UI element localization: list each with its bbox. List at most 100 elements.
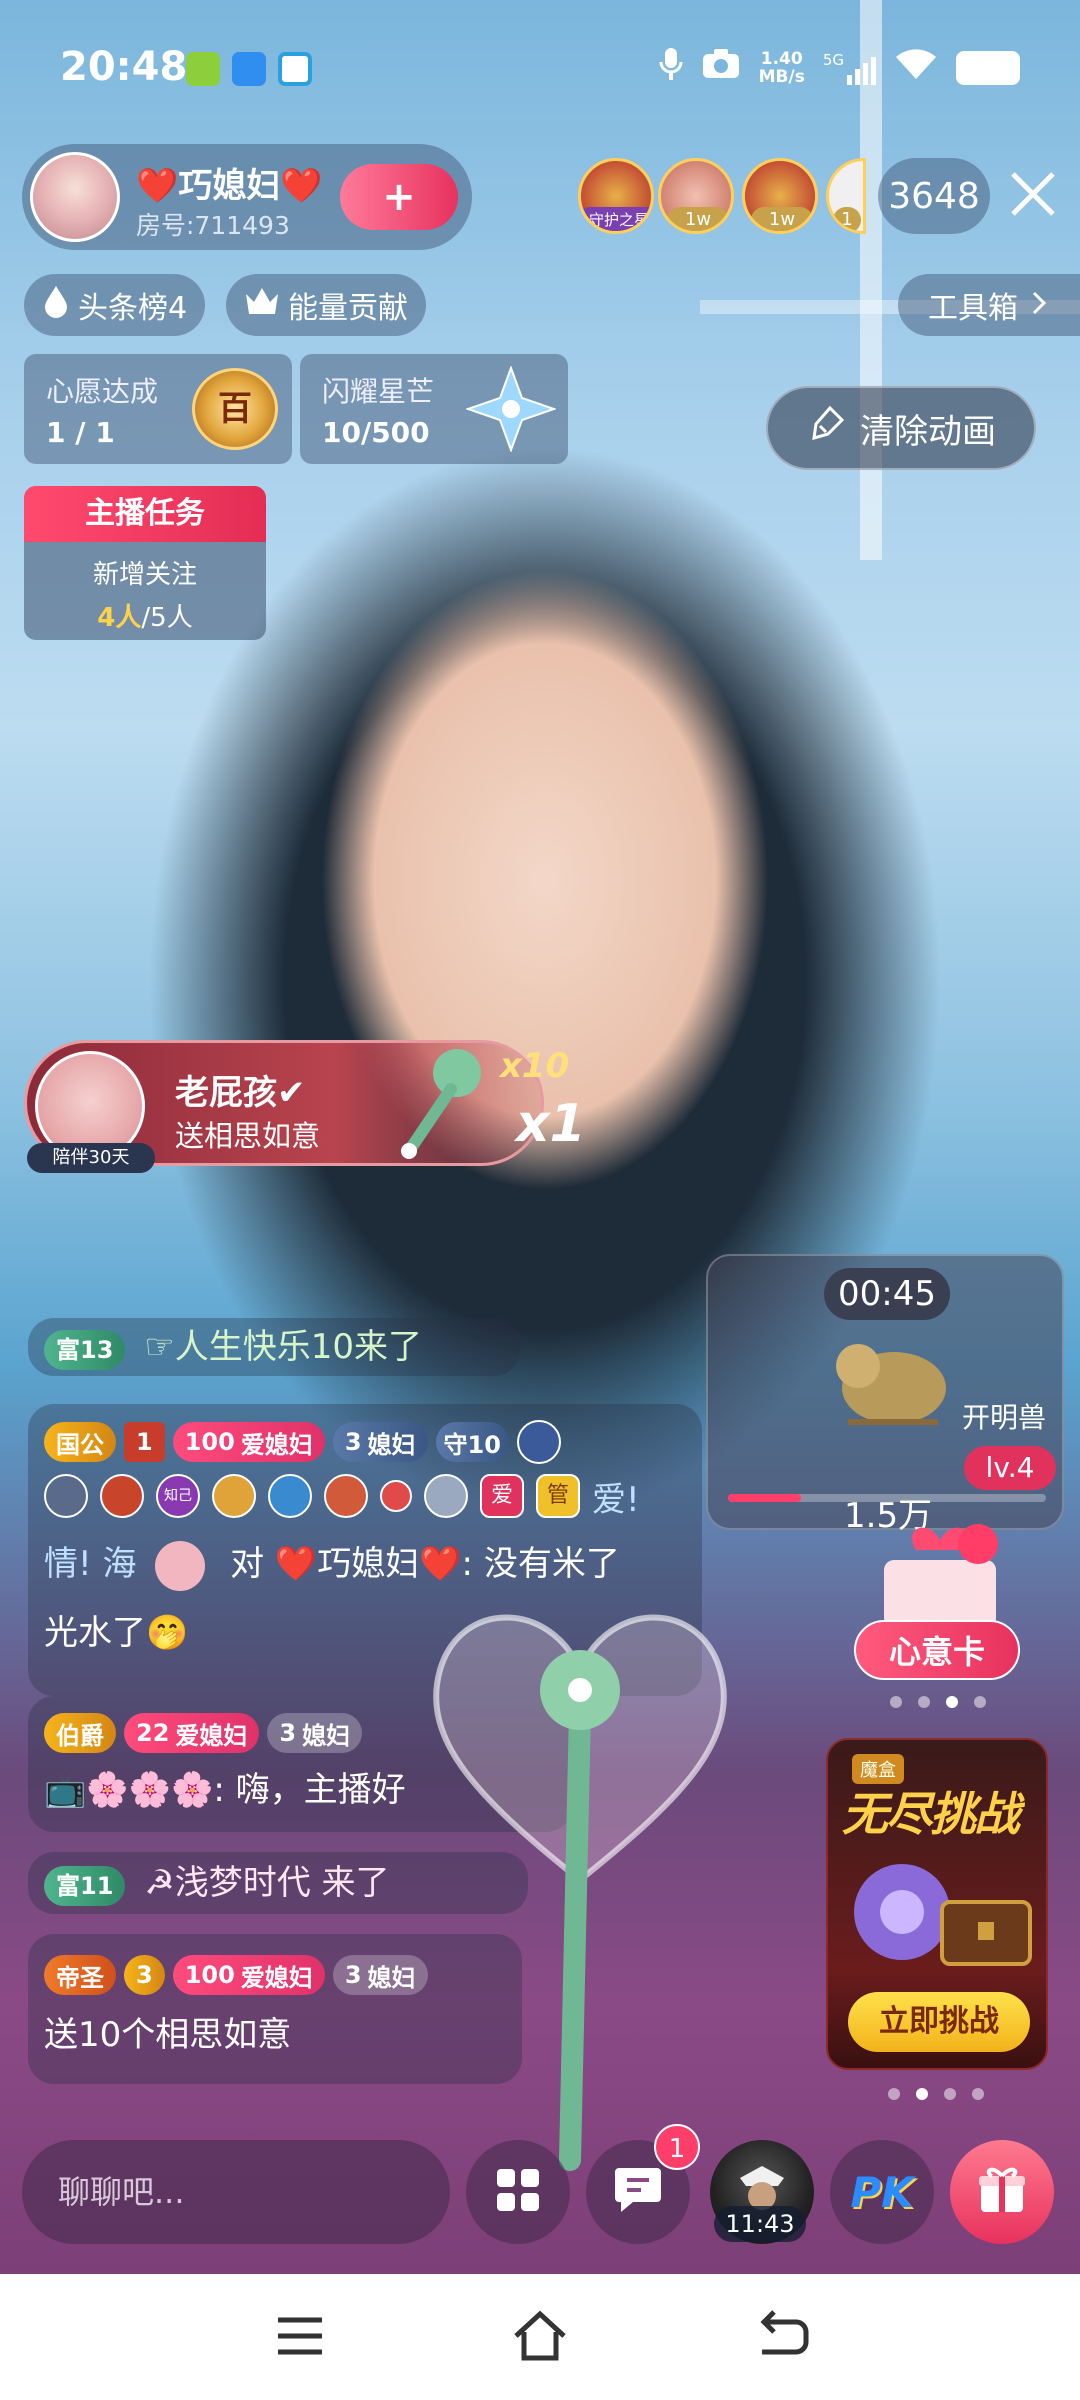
live-room-screen: 20:48 1.40 MB/s 5G ❤️巧媳妇❤️ 房号:711493 + 守… — [0, 0, 1080, 2274]
pager-dot — [972, 2088, 984, 2100]
love-badge: 爱 — [480, 1474, 524, 1518]
pager-dot-active — [946, 1696, 958, 1708]
pager-dot-active — [916, 2088, 928, 2100]
gift-button[interactable] — [950, 2140, 1054, 2244]
message-notification-badge: 1 — [654, 2124, 700, 2170]
wish-achieved-panel[interactable]: 心愿达成 1 / 1 百 — [24, 354, 292, 464]
viewer-badge-3: 1w — [751, 207, 813, 231]
gold-badge-icon — [212, 1474, 256, 1518]
wealth-badge: 富11 — [44, 1866, 126, 1906]
viewer-avatar-2[interactable]: 1w — [658, 158, 734, 234]
fan-badge-2: 3 媳妇 — [332, 1422, 428, 1462]
gift-combo-x1: x1 — [516, 1094, 586, 1154]
fan-badge: 100 爱媳妇 — [172, 1422, 325, 1462]
rank-badge-guogong: 国公 — [44, 1422, 116, 1462]
gift-sender-name: 老屁孩✔ — [175, 1073, 306, 1113]
plus-icon: + — [382, 174, 416, 220]
crown-icon — [244, 286, 280, 324]
viewer-count[interactable]: 3648 — [878, 158, 990, 234]
avatar-timer: 11:43 — [714, 2206, 806, 2242]
shining-star-panel[interactable]: 闪耀星芒 10/500 — [300, 354, 568, 464]
status-time: 20:48 — [60, 44, 188, 90]
chat-badge-row-2: 知己 爱 管 爱! — [44, 1466, 686, 1526]
viewer-avatar-1[interactable]: 守护之星 — [578, 158, 654, 234]
close-icon[interactable] — [1004, 168, 1062, 226]
follow-button[interactable]: + — [340, 164, 458, 230]
host-info-pill[interactable]: ❤️巧媳妇❤️ 房号:711493 + — [22, 144, 472, 250]
guard-badge: 守10 — [435, 1422, 509, 1462]
pager-dot — [918, 1696, 930, 1708]
wish-card-button[interactable]: 心意卡 — [854, 1620, 1020, 1680]
manager-badge: 管 — [536, 1474, 580, 1518]
energy-contribution-label: 能量贡献 — [288, 291, 408, 326]
wing-badge-icon — [324, 1474, 368, 1518]
cell-signal-icon: 5G — [823, 51, 876, 85]
wish-title: 心愿达成 — [46, 375, 159, 408]
confidant-badge: 知己 — [156, 1474, 200, 1518]
toolbox-button[interactable]: 工具箱 — [898, 274, 1080, 336]
beast-timer: 00:45 — [824, 1268, 950, 1320]
fan-badge: 100 爱媳妇 — [172, 1955, 325, 1995]
treasure-chest-icon — [842, 1852, 1038, 1986]
system-nav-bar — [0, 2274, 1080, 2400]
badge-tail-text: 爱! — [592, 1479, 640, 1520]
fan-badge-2: 3 媳妇 — [267, 1713, 363, 1753]
challenge-pager — [888, 2088, 984, 2100]
swirl-badge-icon — [44, 1474, 88, 1518]
pk-icon: PK — [850, 2167, 914, 2217]
medal-badge-icon — [100, 1474, 144, 1518]
app-notification-icon-teal — [278, 52, 312, 86]
camera-icon — [701, 48, 741, 88]
viewer-badge-guard-star: 守护之星 — [581, 207, 651, 231]
star-value: 10/500 — [322, 416, 430, 449]
viewer-badge-2: 1w — [667, 207, 729, 231]
home-icon[interactable] — [510, 2306, 570, 2366]
gift-message: 送相思如意 — [175, 1119, 321, 1153]
battery-icon — [956, 51, 1020, 85]
pager-dot — [890, 1696, 902, 1708]
viewer-avatar-3[interactable]: 1w — [742, 158, 818, 234]
mythic-beast-widget[interactable]: 00:45 开明兽 lv.4 1.5万 — [706, 1254, 1064, 1536]
star-badge-icon — [516, 1420, 561, 1464]
app-notification-icon-green — [186, 52, 220, 86]
clear-animation-label: 清除动画 — [860, 411, 996, 452]
silver-badge-icon — [424, 1474, 468, 1518]
chat-badge-row: 国公 1 100 爱媳妇 3 媳妇 守10 — [44, 1418, 686, 1466]
challenge-title: 无尽挑战 — [842, 1787, 1020, 1841]
ruyi-gift-icon — [387, 1043, 497, 1163]
net-speed: 1.40 MB/s — [758, 49, 805, 87]
status-icons: 1.40 MB/s 5G — [659, 46, 1020, 90]
wish-value: 1 / 1 — [46, 416, 115, 449]
drop-icon — [42, 284, 70, 326]
host-task-card[interactable]: 主播任务 新增关注 4人/5人 — [24, 486, 266, 640]
star-title: 闪耀星芒 — [322, 375, 435, 408]
host-task-label: 新增关注 — [92, 560, 197, 590]
wealth-badge: 富13 — [44, 1330, 126, 1370]
menu-icon[interactable] — [270, 2306, 330, 2366]
accompany-days-badge: 陪伴30天 — [27, 1143, 155, 1173]
endless-challenge-card[interactable]: 魔盒 无尽挑战 立即挑战 — [826, 1738, 1048, 2070]
pk-button[interactable]: PK — [830, 2140, 934, 2244]
wifi-icon — [894, 47, 938, 89]
more-apps-button[interactable] — [466, 2140, 570, 2244]
star-crystal-icon — [464, 365, 558, 456]
gift-box-icon — [977, 2166, 1027, 2218]
chat-message-enter-1[interactable]: 富13 ☞人生快乐10来了 — [28, 1318, 520, 1376]
chat-text: ☭浅梦时代 来了 — [144, 1863, 390, 1903]
microphone-icon — [659, 46, 683, 90]
room-number: 房号:711493 — [136, 211, 290, 240]
pig-icon — [155, 1540, 206, 1591]
heart-badge-icon — [268, 1474, 312, 1518]
chat-input[interactable]: 聊聊吧... — [22, 2140, 450, 2244]
headline-rank-label: 头条榜4 — [78, 291, 188, 326]
heart-gift-animation — [400, 1560, 760, 2184]
challenge-now-button[interactable]: 立即挑战 — [848, 1992, 1030, 2052]
energy-contribution-chip[interactable]: 能量贡献 — [226, 274, 426, 336]
headline-rank-chip[interactable]: 头条榜4 — [24, 274, 206, 336]
status-bar: 20:48 1.40 MB/s 5G — [0, 0, 1080, 140]
clear-animation-button[interactable]: 清除动画 — [766, 386, 1036, 470]
host-avatar[interactable] — [30, 152, 120, 242]
viewer-avatar-4[interactable]: 1 — [826, 158, 866, 234]
level-badge: 3 — [124, 1955, 165, 1995]
back-icon[interactable] — [752, 2306, 812, 2366]
